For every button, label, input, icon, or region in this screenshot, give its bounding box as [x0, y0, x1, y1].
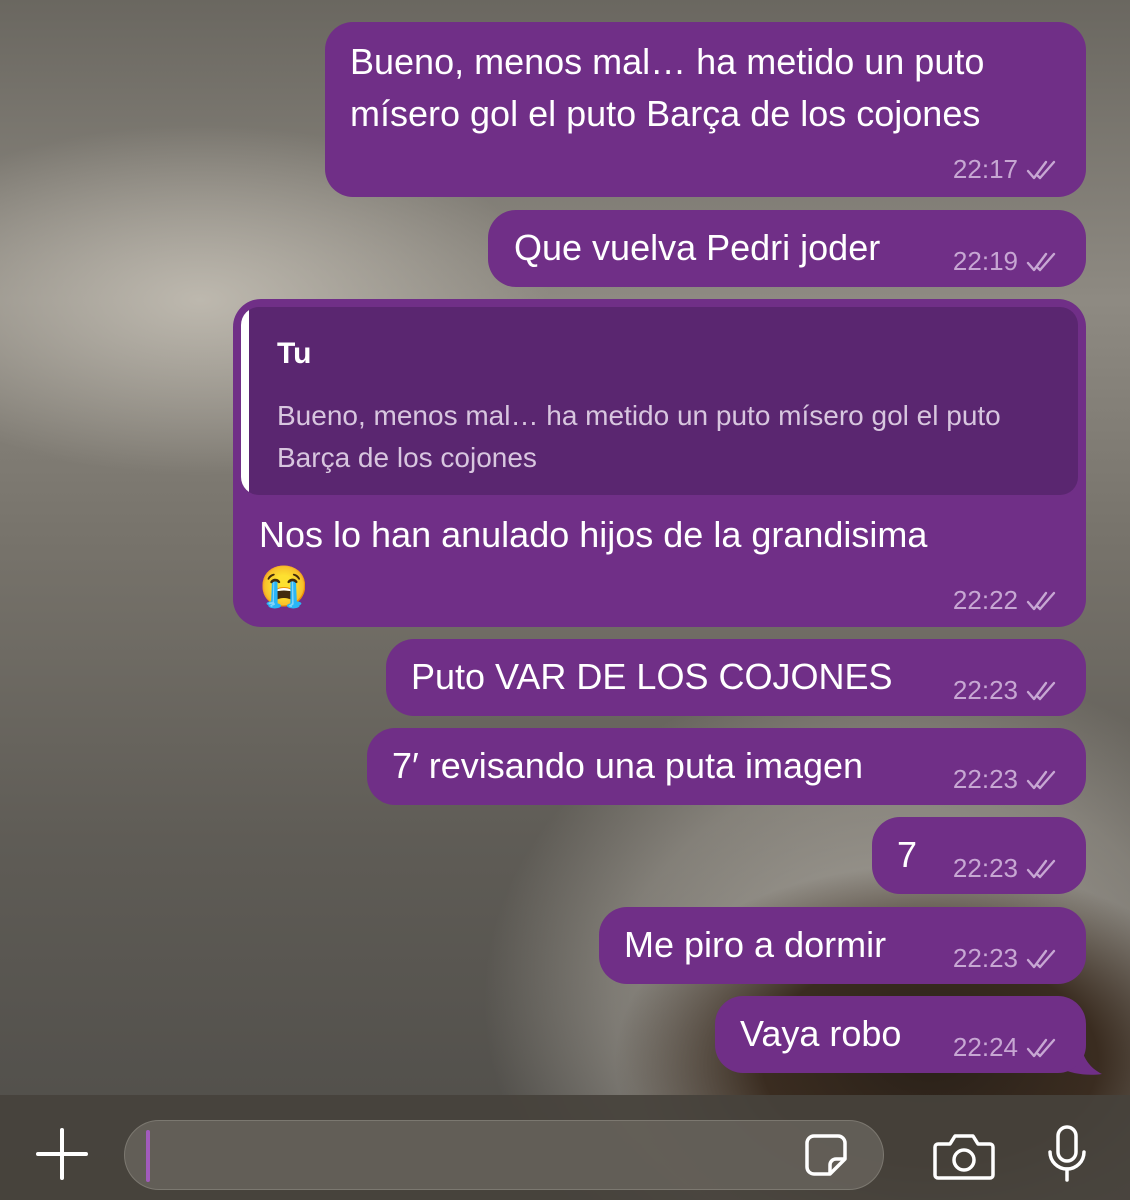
message-text: Vaya robo: [740, 1013, 902, 1054]
emoji-loudly-crying: 😭: [259, 565, 309, 609]
message-bubble[interactable]: Bueno, menos mal… ha metido un puto míse…: [325, 22, 1086, 197]
message-text-line: mísero gol el puto Barça de los cojones: [350, 93, 981, 134]
double-check-icon: [1026, 859, 1056, 878]
message-time: 22:17: [952, 154, 1018, 184]
message-bubble[interactable]: 7 22:23: [872, 817, 1086, 894]
quote-accent-bar: [241, 307, 249, 495]
message-meta: 22:22: [953, 585, 1060, 616]
message-time: 22:23: [952, 853, 1018, 883]
double-check-icon: [1026, 770, 1056, 789]
message-time: 22:23: [952, 675, 1018, 705]
message-meta: 22:19: [953, 246, 1060, 277]
message-meta: 22:17: [953, 154, 1060, 185]
double-check-icon: [1026, 591, 1056, 610]
message-meta: 22:23: [953, 943, 1060, 974]
message-text: Puto VAR DE LOS COJONES: [411, 656, 893, 697]
message-text-line: Bueno, menos mal… ha metido un puto: [350, 41, 985, 82]
sticker-icon[interactable]: [804, 1133, 848, 1177]
reply-message-bubble[interactable]: Tu Bueno, menos mal… ha metido un puto m…: [233, 299, 1086, 627]
message-meta: 22:23: [953, 853, 1060, 884]
message-bubble[interactable]: Me piro a dormir 22:23: [599, 907, 1086, 984]
message-bubble[interactable]: Puto VAR DE LOS COJONES 22:23: [386, 639, 1086, 716]
double-check-icon: [1026, 1038, 1056, 1057]
quote-text: Bueno, menos mal… ha metido un puto míse…: [277, 400, 1001, 473]
message-time: 22:19: [952, 246, 1018, 276]
message-time: 22:23: [952, 764, 1018, 794]
plus-icon[interactable]: [32, 1124, 92, 1184]
message-text: Me piro a dormir: [624, 924, 887, 965]
double-check-icon: [1026, 160, 1056, 179]
message-time: 22:23: [952, 943, 1018, 973]
message-text: Nos lo han anulado hijos de la grandisim…: [259, 514, 928, 555]
double-check-icon: [1026, 681, 1056, 700]
message-meta: 22:24: [953, 1032, 1060, 1063]
message-meta: 22:23: [953, 675, 1060, 706]
message-bubble[interactable]: Que vuelva Pedri joder 22:19: [488, 210, 1086, 287]
message-text: 7′ revisando una puta imagen: [392, 745, 864, 786]
quoted-message[interactable]: Tu Bueno, menos mal… ha metido un puto m…: [241, 307, 1078, 495]
message-time: 22:22: [952, 585, 1018, 615]
message-bubble[interactable]: 7′ revisando una puta imagen 22:23: [367, 728, 1086, 805]
message-meta: 22:23: [953, 764, 1060, 795]
quote-author: Tu: [277, 337, 312, 370]
message-text: 7: [897, 834, 918, 875]
message-bubble[interactable]: Vaya robo 22:24: [715, 996, 1086, 1073]
message-text: Que vuelva Pedri joder: [514, 227, 881, 268]
double-check-icon: [1026, 949, 1056, 968]
message-input[interactable]: [124, 1120, 884, 1190]
text-cursor: [146, 1130, 150, 1182]
camera-icon[interactable]: [932, 1130, 996, 1182]
message-time: 22:24: [952, 1032, 1018, 1062]
microphone-icon[interactable]: [1045, 1124, 1089, 1184]
double-check-icon: [1026, 252, 1056, 271]
